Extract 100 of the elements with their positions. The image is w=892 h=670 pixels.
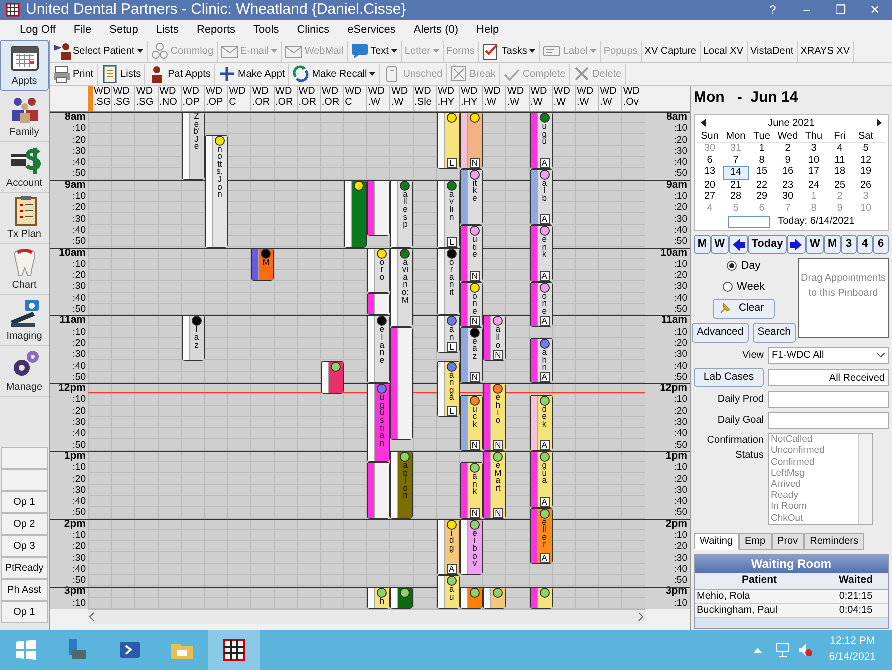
menu-item[interactable]: eServices — [338, 22, 405, 38]
menu-item[interactable]: File — [64, 22, 101, 38]
horizontal-scrollbar[interactable] — [88, 609, 645, 624]
calendar-day[interactable]: 11 — [827, 154, 853, 166]
operatory-button[interactable]: PtReady — [1, 557, 48, 579]
list-option[interactable]: LeftMsg — [771, 468, 856, 480]
confirmation-list[interactable]: NotCalled Unconfirmed Confirmed LeftMsg Arrived Ready In Room ChkOut — [768, 433, 873, 526]
back-button[interactable] — [728, 235, 748, 254]
menu-item[interactable]: Log Off — [0, 22, 65, 38]
list-scrollbar[interactable] — [858, 434, 872, 524]
appointment-block[interactable]: an L — [436, 315, 460, 353]
toolbar-button[interactable]: Local XV — [700, 40, 748, 62]
start-icon[interactable] — [14, 638, 38, 662]
schedule-column[interactable]: M — [250, 112, 274, 609]
toolbar-button[interactable]: Make Recall — [289, 64, 380, 84]
appointment-block[interactable]: ugu A — [530, 112, 553, 168]
appointment-block[interactable]: laz — [182, 315, 205, 361]
schedule-column[interactable]: allesp aviano:M ablon — [389, 112, 413, 609]
appointment-block[interactable]: avlin L — [436, 180, 460, 248]
appointment-block[interactable]: au — [436, 575, 460, 609]
nav-button[interactable]: Today — [748, 235, 787, 254]
appointment-block[interactable]: N — [460, 112, 483, 168]
toolbar-button[interactable]: Pat Appts — [145, 64, 215, 84]
appointment-block[interactable]: notts, Jon — [204, 134, 228, 248]
appointment-block[interactable]: M — [251, 248, 274, 282]
menu-item[interactable]: Clinics — [288, 22, 339, 38]
toolbar-button[interactable]: Text — [348, 40, 402, 62]
operatory-button[interactable]: Op 1 — [1, 491, 48, 513]
appointment-block[interactable] — [460, 586, 483, 609]
nav-button[interactable]: M — [694, 235, 711, 254]
menu-item[interactable]: Reports — [188, 22, 245, 38]
calendar-day[interactable]: 20 — [697, 180, 723, 191]
calendar-day[interactable]: 5 — [853, 143, 879, 154]
appointment-block[interactable]: eMart N — [483, 451, 506, 519]
appointment-block[interactable] — [367, 462, 390, 519]
schedule-column[interactable] — [412, 112, 436, 609]
lab-status-field[interactable]: All Received — [768, 368, 889, 386]
calendar-day[interactable]: 21 — [723, 180, 749, 191]
calendar-day[interactable]: 6 — [697, 154, 723, 166]
schedule-column[interactable]: allo N ehio N eMart N — [482, 112, 506, 609]
schedule-column[interactable] — [227, 112, 250, 609]
forward-button[interactable] — [786, 235, 806, 254]
appointment-block[interactable]: enk A — [530, 225, 553, 282]
schedule-column[interactable] — [320, 112, 344, 609]
toolbar-button[interactable]: XRAYS XV — [798, 40, 854, 62]
appointment-block[interactable]: alb A — [530, 168, 553, 225]
list-option[interactable]: Arrived — [771, 479, 856, 490]
appointment-block[interactable]: idg A — [436, 518, 460, 576]
calendar-day[interactable]: 25 — [827, 180, 853, 191]
calendar-day[interactable]: 9 — [775, 154, 801, 166]
appointment-block[interactable] — [367, 292, 390, 316]
tab[interactable]: Waiting — [694, 533, 739, 550]
close-button[interactable]: ✕ — [858, 1, 892, 19]
clear-button[interactable]: Clear — [713, 299, 775, 319]
module-button[interactable]: Tx Plan — [0, 193, 49, 244]
list-option[interactable]: Ready — [771, 490, 856, 502]
calendar-day[interactable]: 17 — [801, 166, 827, 180]
menu-item[interactable]: Alerts (0) — [404, 22, 468, 38]
calendar-day[interactable]: 26 — [853, 180, 879, 191]
appointment-block[interactable] — [483, 586, 506, 609]
appointment-block[interactable]: uck N — [460, 394, 483, 451]
appointment-block[interactable]: eaz N — [460, 326, 483, 384]
appointment-block[interactable]: gua A — [530, 451, 553, 508]
toolbar-button[interactable]: VistaDent — [748, 40, 798, 62]
appointment-block[interactable]: ablon — [390, 451, 414, 519]
list-option[interactable]: ChkOut — [771, 512, 856, 524]
radio-option[interactable]: Day — [727, 258, 761, 274]
toolbar-button[interactable]: Print — [50, 64, 98, 84]
search-button[interactable]: Search — [752, 322, 796, 342]
radio-option[interactable]: Week — [723, 278, 765, 295]
appointment-block[interactable]: elane — [367, 315, 390, 384]
calendar-day[interactable]: 3 — [801, 143, 827, 154]
calendar-day[interactable]: 19 — [853, 166, 879, 180]
calendar-day[interactable]: 8 — [749, 154, 775, 166]
appointment-block[interactable]: allo N — [483, 315, 506, 361]
scroll-left-icon[interactable] — [88, 612, 96, 622]
minimize-button[interactable]: – — [790, 1, 824, 19]
appointment-block[interactable]: aviano:M — [390, 248, 414, 327]
calendar-day[interactable]: 29 — [749, 191, 775, 202]
toolbar-button[interactable]: Tasks — [478, 40, 540, 62]
calendar-day[interactable]: 23 — [775, 180, 801, 191]
appointment-block[interactable]: one N — [460, 282, 483, 327]
appointment-block[interactable] — [344, 180, 368, 248]
grid-app-icon[interactable] — [222, 638, 246, 662]
calendar-day[interactable]: 12 — [853, 154, 879, 166]
tab[interactable]: Prov — [772, 533, 804, 550]
schedule-column[interactable]: oro elane ugustian h — [366, 112, 390, 609]
schedule-column[interactable] — [505, 112, 529, 609]
help-button[interactable]: ? — [756, 1, 790, 19]
schedule-column[interactable] — [552, 112, 575, 609]
operatory-button[interactable]: Op 2 — [1, 513, 48, 535]
calendar-day[interactable]: 30 — [775, 191, 801, 202]
calendar-day[interactable]: 22 — [749, 180, 775, 191]
appointment-block[interactable]: eibov — [460, 518, 483, 576]
scroll-right-icon[interactable] — [637, 612, 645, 622]
volume-muted-icon[interactable] — [798, 642, 814, 658]
appointment-block[interactable]: Zeb' Je — [182, 112, 205, 180]
schedule-column[interactable]: Zeb' Je laz — [180, 112, 204, 609]
module-button[interactable]: Chart — [0, 244, 49, 295]
calendar-day[interactable]: 4 — [827, 143, 853, 154]
